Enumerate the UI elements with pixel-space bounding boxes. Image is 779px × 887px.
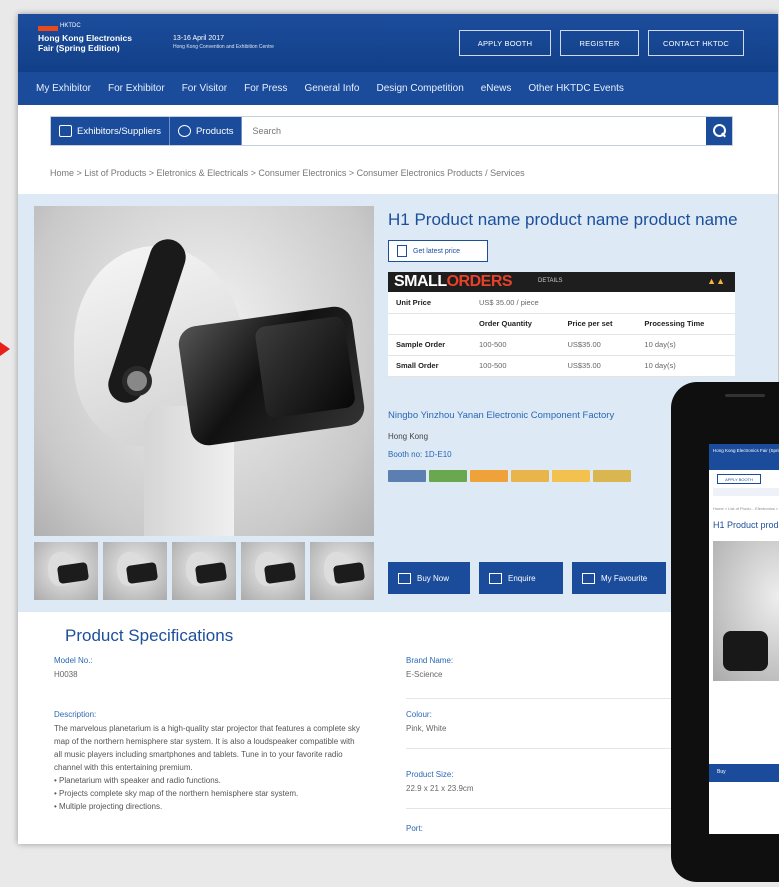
model-value: H0038: [54, 670, 78, 679]
fair-date: 13-16 April 2017 Hong Kong Convention an…: [173, 35, 274, 50]
mobile-product-title: H1 Product product nar: [713, 520, 779, 530]
thumbnail-5[interactable]: [310, 542, 374, 600]
list-item: • Planetarium with speaker and radio fun…: [54, 776, 221, 785]
search-button[interactable]: [706, 117, 732, 145]
nav-my-exhibitor[interactable]: My Exhibitor: [36, 83, 91, 94]
cart-icon: [398, 572, 411, 584]
phone-speaker: [725, 394, 765, 397]
main-nav: My Exhibitor For Exhibitor For Visitor F…: [18, 72, 778, 105]
mobile-search-input[interactable]: [713, 488, 779, 496]
mobile-product-image: [713, 541, 779, 681]
document-icon: [397, 245, 407, 257]
thumbnail-strip: [34, 542, 374, 600]
building-icon: [59, 125, 72, 137]
badge-icon[interactable]: [511, 470, 549, 482]
description-text: The marvelous planetarium is a high-qual…: [54, 722, 364, 813]
apply-booth-button[interactable]: APPLY BOOTH: [459, 30, 551, 56]
badge-icon[interactable]: [552, 470, 590, 482]
size-value: 22.9 x 21 x 23.9cm: [406, 784, 474, 793]
product-main-image[interactable]: [34, 206, 374, 536]
tab-products[interactable]: Products: [169, 117, 243, 145]
thumbnail-1[interactable]: [34, 542, 98, 600]
colour-value: Pink, White: [406, 724, 447, 733]
nav-for-exhibitor[interactable]: For Exhibitor: [108, 83, 165, 94]
colour-label: Colour:: [406, 710, 432, 719]
table-row: Sample Order 100-500 US$35.00 10 day(s): [388, 334, 735, 356]
desktop-page: HKTDC Hong Kong Electronics Fair (Spring…: [18, 14, 778, 844]
nav-design-competition[interactable]: Design Competition: [376, 83, 463, 94]
tab-exhibitors-suppliers[interactable]: Exhibitors/Suppliers: [51, 117, 170, 145]
get-latest-price-button[interactable]: Get latest price: [388, 240, 488, 262]
description-label: Description:: [54, 710, 97, 719]
badge-icon[interactable]: [388, 470, 426, 482]
fair-name[interactable]: Hong Kong Electronics Fair (Spring Editi…: [38, 33, 148, 53]
badge-icon[interactable]: [429, 470, 467, 482]
badge-icon[interactable]: [593, 470, 631, 482]
search-input[interactable]: [242, 117, 706, 145]
booth-number[interactable]: Booth no: 1D-E10: [388, 450, 452, 459]
supplier-link[interactable]: Ningbo Yinzhou Yanan Electronic Componen…: [388, 410, 614, 421]
my-favourite-button[interactable]: My Favourite: [572, 562, 666, 594]
contact-hktdc-button[interactable]: CONTACT HKTDC: [648, 30, 744, 56]
product-overview: H1 Product name product name product nam…: [18, 194, 778, 612]
mobile-screen: Hong Kong Electronics Fair (Spring Editi…: [709, 444, 779, 834]
thumbnail-2[interactable]: [103, 542, 167, 600]
table-row: Order Quantity Price per set Processing …: [388, 313, 735, 335]
enquire-button[interactable]: Enquire: [479, 562, 563, 594]
price-table: Unit Price US$ 35.00 / piece Order Quant…: [388, 292, 735, 377]
brand-label: Brand Name:: [406, 656, 454, 665]
cube-icon: [177, 125, 191, 137]
table-row: Small Order 100-500 US$35.00 10 day(s): [388, 355, 735, 377]
small-orders-panel: SMALLORDERS DETAILS ▲▲ Unit Price US$ 35…: [388, 272, 735, 377]
nav-general-info[interactable]: General Info: [304, 83, 359, 94]
nav-other-events[interactable]: Other HKTDC Events: [528, 83, 624, 94]
brand-value: E-Science: [406, 670, 443, 679]
supplier-country: Hong Kong: [388, 432, 429, 441]
size-label: Product Size:: [406, 770, 454, 779]
mobile-buy-button[interactable]: Buy: [709, 764, 779, 782]
port-label: Port:: [406, 824, 423, 833]
breadcrumb[interactable]: Home > List of Products > Eletronics & E…: [50, 168, 525, 178]
small-orders-banner[interactable]: SMALLORDERS DETAILS ▲▲: [388, 272, 735, 292]
product-title: H1 Product name product name product nam…: [388, 210, 738, 229]
red-pointer-arrow-icon: [0, 342, 10, 356]
buy-now-button[interactable]: Buy Now: [388, 562, 470, 594]
mobile-apply-booth-button[interactable]: APPLY BOOTH: [717, 474, 761, 484]
mobile-breadcrumb: Home > List of Produ... Electronics > Co…: [713, 506, 779, 511]
register-button[interactable]: REGISTER: [560, 30, 639, 56]
thumbnail-4[interactable]: [241, 542, 305, 600]
user-plus-icon: [582, 572, 595, 584]
specs-heading: Product Specifications: [65, 626, 234, 645]
handshake-icon: ▲▲: [707, 276, 725, 286]
hktdc-logo[interactable]: HKTDC: [38, 23, 81, 31]
nav-for-visitor[interactable]: For Visitor: [182, 83, 227, 94]
envelope-icon: [489, 572, 502, 584]
mobile-phone-mockup: Hong Kong Electronics Fair (Spring Editi…: [671, 382, 779, 882]
list-item: • Multiple projecting directions.: [54, 802, 163, 811]
nav-enews[interactable]: eNews: [481, 83, 512, 94]
table-row: Unit Price US$ 35.00 / piece: [388, 292, 735, 314]
search-bar: Exhibitors/Suppliers Products: [50, 116, 733, 146]
list-item: • Projects complete sky map of the north…: [54, 789, 299, 798]
site-header: HKTDC Hong Kong Electronics Fair (Spring…: [18, 14, 778, 72]
thumbnail-3[interactable]: [172, 542, 236, 600]
nav-for-press[interactable]: For Press: [244, 83, 287, 94]
certification-badges: [388, 470, 631, 482]
model-label: Model No.:: [54, 656, 93, 665]
fair-venue: Hong Kong Convention and Exhibition Cent…: [173, 44, 274, 50]
badge-icon[interactable]: [470, 470, 508, 482]
mobile-header: Hong Kong Electronics Fair (Spring Editi…: [709, 444, 779, 470]
